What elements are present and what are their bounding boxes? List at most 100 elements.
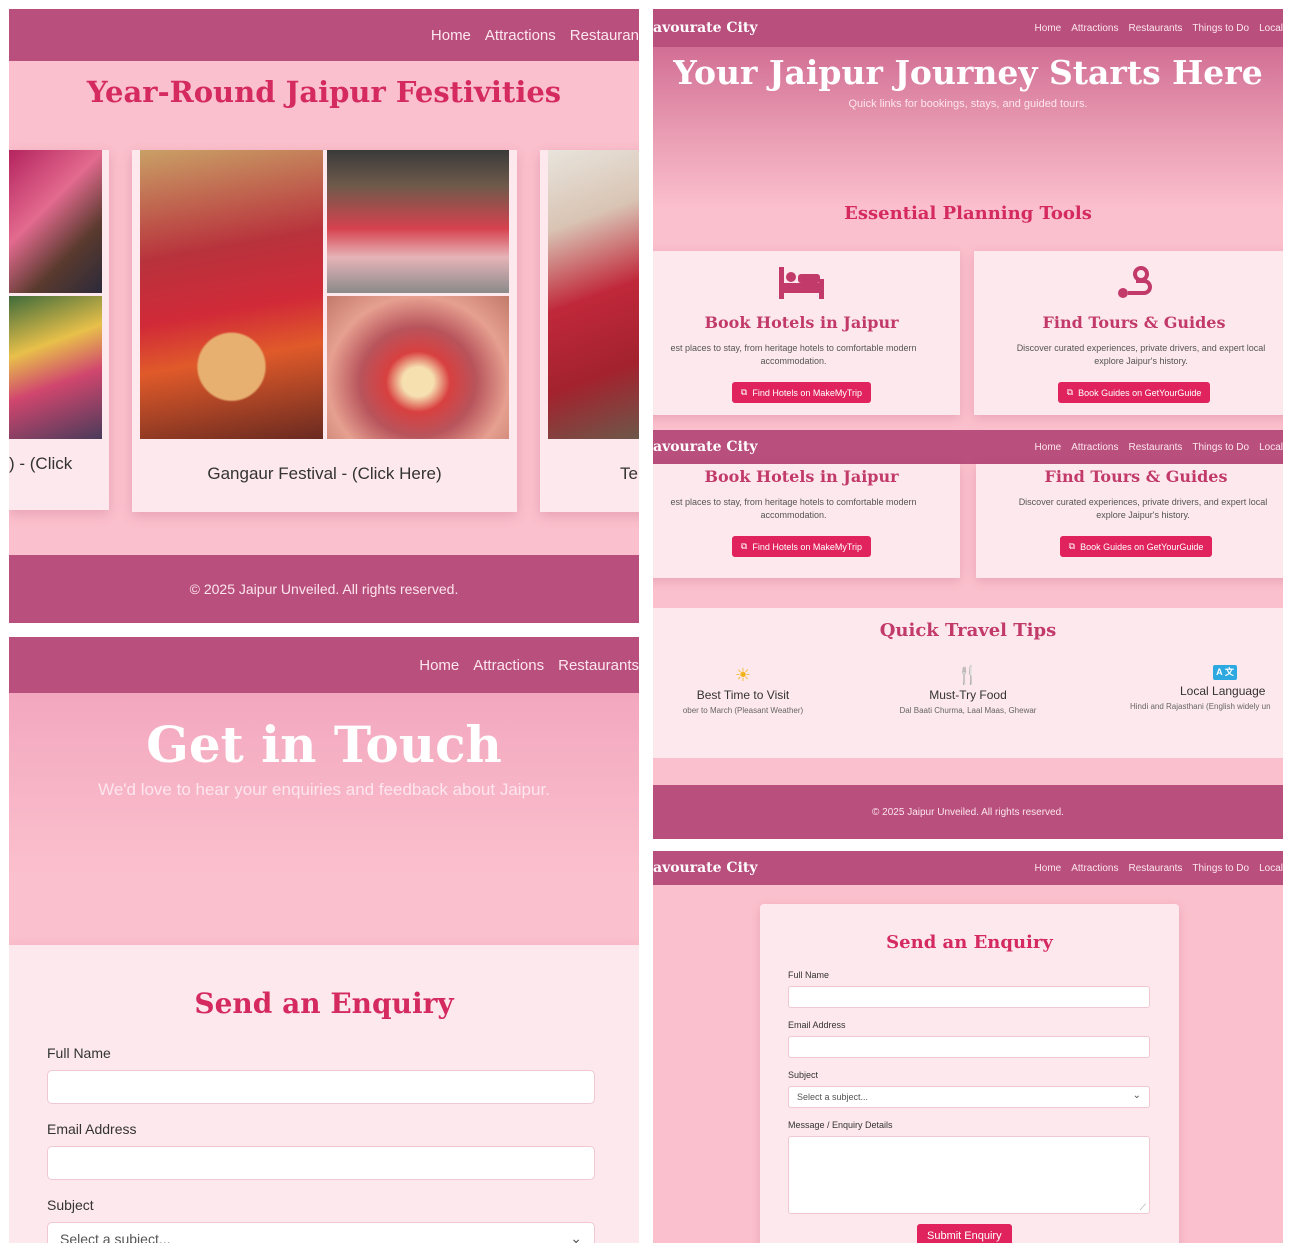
brand-logo-text[interactable]: avourate City: [653, 860, 757, 876]
procession-image: [327, 150, 509, 293]
tip-name: Must-Try Food: [929, 688, 1007, 702]
find-hotels-button[interactable]: ⧉ Find Hotels on MakeMyTrip: [731, 382, 872, 403]
full-name-input[interactable]: [788, 986, 1150, 1008]
nav-restaurants[interactable]: Restaurants: [558, 657, 639, 674]
tours-title: Find Tours & Guides: [1042, 313, 1226, 332]
external-link-icon: ⧉: [1066, 387, 1074, 397]
brand-logo-text[interactable]: avourate City: [653, 20, 757, 36]
enquiry-form-card: Send an Enquiry Full Name Email Address …: [760, 904, 1179, 1243]
find-hotels-button[interactable]: ⧉ Find Hotels on MakeMyTrip: [731, 536, 872, 557]
nav-home[interactable]: Home: [1035, 442, 1062, 453]
tip-best-time: ☀ Best Time to Visit ober to March (Plea…: [653, 665, 833, 715]
hotels-title: Book Hotels in Jaipur: [704, 313, 899, 332]
festival-card-gangaur[interactable]: Gangaur Festival - (Click Here): [132, 150, 517, 512]
festival-caption-right: Te: [620, 464, 638, 483]
nav-attractions[interactable]: Attractions: [1071, 442, 1118, 453]
festival-crowd-image: [9, 296, 102, 439]
planning-section-title: Essential Planning Tools: [844, 203, 1092, 224]
hotels-card: Book Hotels in Jaipur est places to stay…: [653, 251, 960, 415]
festival-card-right[interactable]: Te: [540, 150, 639, 512]
tip-name: Local Language: [1180, 684, 1266, 698]
hero: Your Jaipur Journey Starts Here Quick li…: [653, 47, 1283, 110]
book-guides-label: Book Guides on GetYourGuide: [1080, 541, 1204, 552]
nav-attractions[interactable]: Attractions: [1071, 863, 1118, 874]
enquiry-panel: avourate City Home Attractions Restauran…: [653, 851, 1283, 1243]
full-name-label: Full Name: [788, 970, 830, 980]
market-image: [9, 150, 102, 293]
nav-attractions[interactable]: Attractions: [485, 27, 556, 44]
book-guides-button[interactable]: ⧉ Book Guides on GetYourGuide: [1057, 382, 1211, 403]
contact-panel: Home Attractions Restaurants Get in Touc…: [9, 637, 639, 1243]
nav-local[interactable]: Local: [1259, 442, 1283, 453]
utensils-icon: 🍴: [956, 665, 980, 685]
festival-card-left[interactable]: ) - (Click: [9, 150, 109, 510]
submit-button[interactable]: Submit Enquiry: [917, 1224, 1012, 1243]
nav-restaurants[interactable]: Restauran: [570, 27, 639, 44]
hotels-desc: est places to stay, from heritage hotels…: [670, 343, 917, 366]
message-textarea[interactable]: ⟋: [788, 1136, 1150, 1214]
sticky-nav: avourate City Home Attractions Restauran…: [653, 430, 1283, 464]
subject-select[interactable]: Select a subject... ⌄: [47, 1222, 595, 1243]
nav-restaurants[interactable]: Restaurants: [1128, 23, 1182, 34]
route-icon: [1114, 265, 1154, 305]
footer: © 2025 Jaipur Unveiled. All rights reser…: [653, 785, 1283, 839]
email-input[interactable]: [47, 1146, 595, 1180]
tip-detail: Dal Baati Churma, Laal Maas, Ghewar: [899, 706, 1037, 715]
nav-home[interactable]: Home: [1035, 23, 1062, 34]
message-label: Message / Enquiry Details: [788, 1120, 893, 1130]
book-guides-button[interactable]: ⧉ Book Guides on GetYourGuide: [1059, 536, 1213, 557]
find-hotels-label: Find Hotels on MakeMyTrip: [752, 541, 863, 552]
tip-detail: Hindi and Rajasthani (English widely un: [1130, 702, 1271, 711]
email-label: Email Address: [788, 1020, 846, 1030]
email-input[interactable]: [788, 1036, 1150, 1058]
top-nav: Home Attractions Restauran: [9, 9, 639, 61]
full-name-input[interactable]: [47, 1070, 595, 1104]
nav-things-to-do[interactable]: Things to Do: [1192, 23, 1249, 34]
nav-home[interactable]: Home: [431, 27, 471, 44]
subject-placeholder: Select a subject...: [797, 1092, 869, 1102]
enquiry-form-card: Send an Enquiry Full Name Email Address …: [9, 945, 639, 1243]
nav-home[interactable]: Home: [1035, 863, 1062, 874]
nav-restaurants[interactable]: Restaurants: [1128, 863, 1182, 874]
top-nav: Home Attractions Restaurants: [9, 637, 639, 693]
hotels-card-repeat: Book Hotels in Jaipur est places to stay…: [653, 464, 960, 578]
tip-name: Best Time to Visit: [696, 688, 790, 702]
chevron-down-icon: ⌄: [570, 1230, 582, 1243]
sun-icon: ☀: [734, 665, 752, 685]
nav-things-to-do[interactable]: Things to Do: [1192, 863, 1249, 874]
gangaur-main-image: [140, 150, 323, 439]
brand-logo-text[interactable]: avourate City: [653, 439, 757, 455]
tours-title: Find Tours & Guides: [1044, 467, 1228, 486]
chevron-down-icon: ⌄: [1132, 1090, 1141, 1101]
hotels-title: Book Hotels in Jaipur: [704, 467, 899, 486]
hotels-desc: est places to stay, from heritage hotels…: [670, 497, 917, 520]
tip-food: 🍴 Must-Try Food Dal Baati Churma, Laal M…: [843, 665, 1093, 715]
temple-idol-image: [327, 296, 509, 439]
festival-caption-left: ) - (Click: [9, 454, 73, 473]
nav-restaurants[interactable]: Restaurants: [1128, 442, 1182, 453]
external-link-icon: ⧉: [1068, 541, 1076, 551]
resize-handle-icon[interactable]: ⟋: [1140, 1202, 1146, 1213]
subject-label: Subject: [788, 1070, 819, 1080]
festivities-title: Year-Round Jaipur Festivities: [86, 75, 562, 109]
contact-subtitle: We'd love to hear your enquiries and fee…: [98, 780, 550, 799]
footer: © 2025 Jaipur Unveiled. All rights reser…: [9, 555, 639, 623]
tours-card-repeat: Find Tours & Guides Discover curated exp…: [976, 464, 1283, 578]
nav-things-to-do[interactable]: Things to Do: [1192, 442, 1249, 453]
nav-local[interactable]: Local: [1259, 23, 1283, 34]
top-nav: avourate City Home Attractions Restauran…: [653, 851, 1283, 885]
email-label: Email Address: [47, 1121, 137, 1137]
nav-local[interactable]: Local: [1259, 863, 1283, 874]
subject-select[interactable]: Select a subject... ⌄: [788, 1086, 1150, 1108]
footer-text: © 2025 Jaipur Unveiled. All rights reser…: [872, 806, 1064, 818]
nav-home[interactable]: Home: [419, 657, 459, 674]
subject-placeholder: Select a subject...: [60, 1231, 171, 1243]
festival-caption-gangaur: Gangaur Festival - (Click Here): [207, 464, 442, 483]
nav-attractions[interactable]: Attractions: [473, 657, 544, 674]
top-nav: avourate City Home Attractions Restauran…: [653, 9, 1283, 47]
tours-desc: Discover curated experiences, private dr…: [1018, 497, 1268, 520]
external-link-icon: ⧉: [740, 541, 748, 551]
nav-attractions[interactable]: Attractions: [1071, 23, 1118, 34]
bed-icon: [777, 265, 827, 301]
festivities-panel: Home Attractions Restauran Year-Round Ja…: [9, 9, 639, 623]
